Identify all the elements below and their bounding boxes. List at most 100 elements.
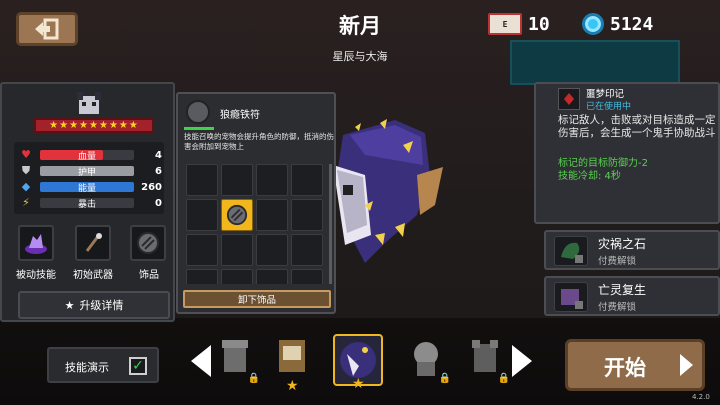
stats-box: ♥ 血量 4 ⛊ 护甲 6 ◆ 能量 260 ⚡ 暴击 0 [14,142,164,214]
charm-icon [226,204,248,226]
accessory-cell[interactable] [186,199,218,231]
accessory-popup: 狼瘾铁符 技能召唤的宠物会提升角色的防御，抵消的伤害会附加到宠物上 卸下饰品 [176,92,336,314]
shield-icon: ⛊ [21,164,31,177]
hp-value: 4 [155,149,162,161]
previous-skin-arrow[interactable] [191,345,211,377]
accessory-name: 狼瘾铁符 [220,110,260,121]
energy-label: 能量 [77,183,96,194]
character-subtitle: 星辰与大海 [332,50,388,63]
skin-option-selected[interactable]: ★ [333,334,383,392]
unequip-button[interactable]: 卸下饰品 [183,290,331,308]
accessory-cell[interactable] [291,199,323,231]
accessory-scrollbar[interactable] [329,164,332,284]
gem-counter: 5124 [582,13,653,35]
hp-label: 血量 [77,151,96,162]
accessory-cell[interactable] [186,269,218,284]
exit-icon [35,18,59,40]
play-arrow-icon [680,354,693,376]
lock-icon: 🔒 [497,373,510,384]
skin-icon [279,340,305,372]
skill-demo-toggle[interactable]: 技能演示 ✓ [47,347,159,383]
staff-icon [85,233,102,252]
accessory-cell[interactable] [256,164,288,196]
charm-icon [137,232,159,254]
accessory-cell[interactable] [256,234,288,266]
starting-weapon-slot[interactable] [75,225,111,261]
stat-row-armor: ⛊ 护甲 6 [20,164,162,178]
skill-panel: 噩梦印记 已在使用中 标记敌人，击败或对目标造成一定伤害后，会生成一个鬼手协助战… [534,82,720,224]
skin-option-locked[interactable]: 🔒 [403,334,453,386]
accessory-slot[interactable] [130,225,166,261]
character-name: 新月 [339,14,381,38]
start-button[interactable]: 开始 [565,339,705,391]
gem-icon [582,13,604,35]
character-portrait-icon [77,92,101,114]
energy-icon: ◆ [21,180,31,193]
star-icon: ★ [64,298,75,312]
skill-title: 噩梦印记 [586,89,625,100]
stat-row-energy: ◆ 能量 260 [20,180,162,194]
background-sign [510,40,680,85]
ticket-icon: E [488,13,522,35]
accessory-cell[interactable] [186,234,218,266]
skin-option-locked[interactable]: 🔒 [212,334,262,386]
ticket-count: 10 [528,13,550,35]
heart-icon: ♥ [21,148,31,161]
locked-skill-sub: 付费解锁 [598,256,637,267]
accessory-rarity-bar [184,127,214,130]
ticket-counter: E 10 [488,13,550,35]
accessory-label: 饰品 [139,270,159,281]
undead-revive-icon [554,282,588,312]
lock-icon: 🔒 [438,373,451,384]
accessory-cell[interactable] [221,269,253,284]
upgrade-details-label: 升级详情 [79,299,124,312]
skin-option[interactable]: ★ [269,334,319,394]
skill-status: 已在使用中 [586,102,632,112]
skill-description: 标记敌人，击败或对目标造成一定伤害后，会生成一个鬼手协助战斗 [558,114,716,139]
start-label: 开始 [604,356,646,380]
accessory-cell[interactable] [291,234,323,266]
accessory-cell[interactable] [221,234,253,266]
locked-skill-name: 灾祸之石 [598,237,647,251]
accessory-grid [186,164,328,284]
back-button[interactable] [16,12,78,46]
check-icon[interactable]: ✓ [129,357,147,375]
skill-demo-label: 技能演示 [65,361,109,374]
accessory-cell[interactable] [256,199,288,231]
lock-icon: 🔒 [247,373,260,384]
character-sprite [333,119,443,263]
passive-skill-label: 被动技能 [16,270,56,281]
starting-weapon-label: 初始武器 [73,270,113,281]
passive-skill-slot[interactable] [18,225,54,261]
star-icon: ★ [286,378,299,394]
disaster-stone-icon [554,236,588,266]
character-panel: ★★★★★★★★★ ♥ 血量 4 ⛊ 护甲 6 ◆ 能量 260 ⚡ 暴击 0 [0,82,175,322]
energy-value: 260 [141,181,162,193]
gem-count: 5124 [610,13,654,35]
accessory-cell[interactable] [256,269,288,284]
stat-row-hp: ♥ 血量 4 [20,148,162,162]
accessory-cell-selected[interactable] [221,199,253,231]
locked-skill-1[interactable]: 灾祸之石 付费解锁 [544,230,720,270]
star-icon: ★ [352,376,365,392]
stat-row-crit: ⚡ 暴击 0 [20,196,162,210]
charm-icon [186,100,210,124]
locked-skill-2[interactable]: 亡灵复生 付费解锁 [544,276,720,316]
accessory-cell[interactable] [291,164,323,196]
locked-skill-name: 亡灵复生 [598,283,647,297]
upgrade-details-button[interactable]: ★ 升级详情 [18,291,170,319]
armor-value: 6 [155,165,162,177]
crit-value: 0 [155,197,162,209]
crit-label: 暴击 [77,199,96,210]
accessory-cell[interactable] [221,164,253,196]
next-skin-arrow[interactable] [512,345,532,377]
accessory-description: 技能召唤的宠物会提升角色的防御，抵消的伤害会附加到宠物上 [184,132,334,151]
accessory-cell[interactable] [186,164,218,196]
accessory-cell[interactable] [291,269,323,284]
skin-option-locked[interactable]: 🔒 [462,334,512,386]
armor-label: 护甲 [77,167,96,178]
nightmare-mark-icon [558,88,580,110]
passive-skill-icon [25,234,47,254]
crit-icon: ⚡ [22,196,30,209]
skill-cooldown: 技能冷却: 4秒 [558,171,621,182]
